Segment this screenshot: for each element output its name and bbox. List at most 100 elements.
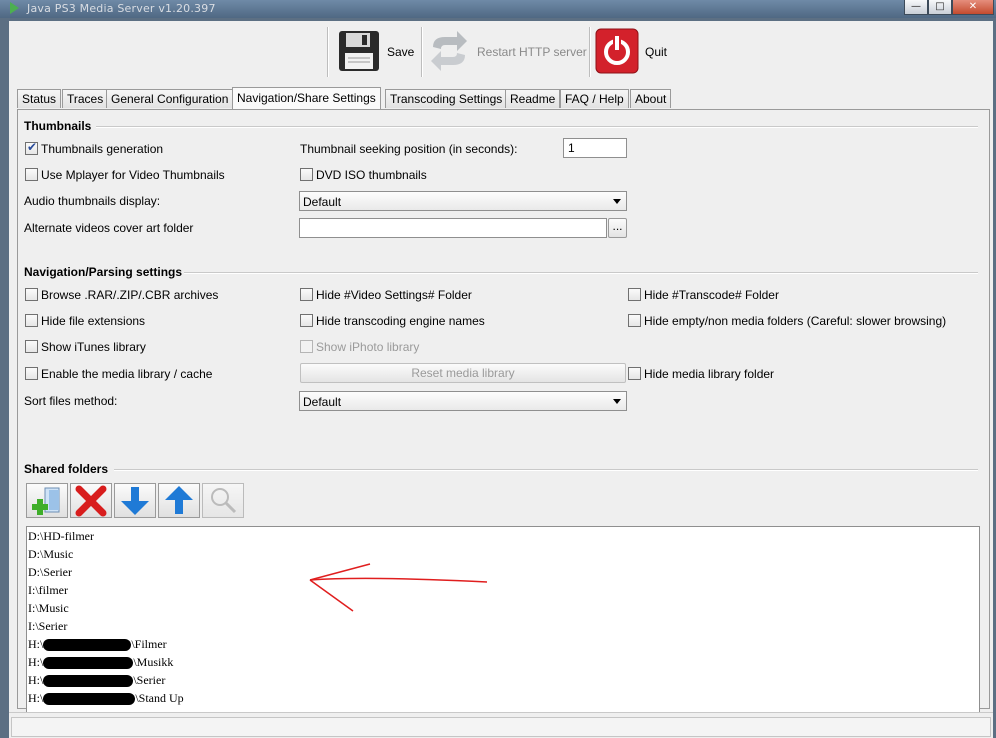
section-divider: [114, 469, 978, 471]
tab-about[interactable]: About: [630, 89, 672, 108]
list-item[interactable]: I:\filmer: [28, 583, 68, 598]
title-bar: Java PS3 Media Server v1.20.397 — □ ✕: [0, 0, 996, 18]
shared-folders-section-title: Shared folders: [24, 462, 109, 476]
floppy-disk-icon: [339, 31, 379, 71]
annotation-arrow: [309, 563, 488, 612]
thumbnail-seek-label: Thumbnail seeking position (in seconds):: [300, 142, 518, 156]
tab-faq-help[interactable]: FAQ / Help: [560, 89, 629, 108]
hide-engine-names-label: Hide transcoding engine names: [316, 314, 485, 328]
toolbar-separator: [327, 27, 329, 77]
browse-cover-folder-button[interactable]: ...: [608, 218, 627, 238]
checkmark-icon: ✔: [27, 140, 38, 154]
thumbnails-generation-checkbox[interactable]: ✔: [25, 140, 38, 155]
audio-thumbnails-select[interactable]: Default: [299, 191, 627, 211]
section-divider: [96, 126, 978, 128]
show-itunes-checkbox[interactable]: [25, 340, 38, 353]
audio-thumbnails-label: Audio thumbnails display:: [24, 194, 161, 208]
search-folder-button[interactable]: [202, 483, 244, 518]
arrow-up-icon: [165, 486, 193, 514]
sort-files-label: Sort files method:: [24, 394, 118, 408]
reset-media-library-button: Reset media library: [300, 363, 626, 383]
redaction-mark: [43, 639, 132, 652]
hide-video-settings-checkbox[interactable]: [300, 288, 313, 301]
dvd-iso-label: DVD ISO thumbnails: [316, 168, 427, 182]
dvd-iso-checkbox[interactable]: [300, 168, 313, 181]
tab-navigation-share-settings[interactable]: Navigation/Share Settings: [232, 87, 381, 109]
list-item[interactable]: D:\HD-filmer: [28, 529, 94, 544]
list-item[interactable]: H:\ \Serier: [28, 673, 165, 688]
media-library-label: Enable the media library / cache: [41, 367, 213, 381]
hide-empty-folders-label: Hide empty/non media folders (Careful: s…: [644, 314, 947, 328]
minimize-icon: —: [911, 1, 921, 12]
list-item[interactable]: D:\Serier: [28, 565, 72, 580]
show-itunes-label: Show iTunes library: [41, 340, 146, 354]
list-item[interactable]: D:\Music: [28, 547, 73, 562]
mplayer-thumbnails-checkbox[interactable]: [25, 168, 38, 181]
quit-button[interactable]: Quit: [595, 27, 675, 77]
tab-general-configuration[interactable]: General Configuration: [106, 89, 234, 108]
navigation-share-panel: Thumbnails ✔ Thumbnails generation Thumb…: [17, 109, 990, 722]
tab-transcoding-settings[interactable]: Transcoding Settings: [385, 89, 508, 108]
maximize-button[interactable]: □: [928, 0, 952, 15]
hide-extensions-label: Hide file extensions: [41, 314, 146, 328]
hide-video-settings-label: Hide #Video Settings# Folder: [316, 288, 472, 302]
list-item[interactable]: I:\Music: [28, 601, 69, 616]
move-up-button[interactable]: [158, 483, 200, 518]
redaction-mark: [43, 693, 136, 706]
main-window: Save Restart HTTP server Quit Status Tra…: [9, 21, 993, 738]
browse-archives-checkbox[interactable]: [25, 288, 38, 301]
quit-label: Quit: [645, 45, 668, 59]
toolbar: Save Restart HTTP server Quit: [9, 21, 993, 83]
navigation-section-title: Navigation/Parsing settings: [24, 265, 183, 279]
thumbnails-section-title: Thumbnails: [24, 119, 92, 133]
show-iphoto-checkbox: [300, 340, 313, 353]
sort-files-select[interactable]: Default: [299, 391, 627, 411]
mplayer-thumbnails-label: Use Mplayer for Video Thumbnails: [41, 168, 225, 182]
tab-readme[interactable]: Readme: [505, 89, 561, 108]
app-icon: [10, 2, 19, 14]
tab-status[interactable]: Status: [17, 89, 62, 108]
cover-art-folder-input[interactable]: [299, 218, 607, 238]
save-button[interactable]: Save: [337, 27, 417, 77]
restart-http-label: Restart HTTP server: [477, 45, 587, 59]
thumbnail-seek-input[interactable]: 1: [563, 138, 627, 158]
hide-transcode-label: Hide #Transcode# Folder: [644, 288, 779, 302]
move-down-button[interactable]: [114, 483, 156, 518]
save-label: Save: [387, 45, 415, 59]
hide-extensions-checkbox[interactable]: [25, 314, 38, 327]
section-divider: [184, 272, 978, 274]
sort-files-value: Default: [303, 395, 342, 409]
audio-thumbnails-value: Default: [303, 195, 342, 209]
maximize-icon: □: [935, 1, 945, 12]
toolbar-separator: [589, 27, 591, 77]
minimize-button[interactable]: —: [904, 0, 928, 15]
list-item[interactable]: H:\ \Musikk: [28, 655, 173, 670]
redaction-mark: [43, 675, 134, 688]
list-item[interactable]: H:\ \Stand Up: [28, 691, 184, 706]
power-icon: [595, 28, 639, 74]
status-bar: [9, 712, 993, 738]
show-iphoto-label: Show iPhoto library: [316, 340, 420, 354]
redaction-mark: [43, 657, 134, 670]
hide-media-library-label: Hide media library folder: [644, 367, 775, 381]
hide-transcode-checkbox[interactable]: [628, 288, 641, 301]
tab-traces[interactable]: Traces: [62, 89, 109, 108]
hide-engine-names-checkbox[interactable]: [300, 314, 313, 327]
shared-folders-list[interactable]: D:\HD-filmer D:\Music D:\Serier I:\filme…: [26, 526, 980, 722]
chevron-down-icon: [613, 399, 621, 404]
restart-arrows-icon: [431, 31, 467, 71]
media-library-checkbox[interactable]: [25, 367, 38, 380]
chevron-down-icon: [613, 199, 621, 204]
add-folder-button[interactable]: [26, 483, 68, 518]
restart-http-button[interactable]: Restart HTTP server: [427, 27, 587, 77]
status-field: [11, 717, 991, 737]
hide-empty-folders-checkbox[interactable]: [628, 314, 641, 327]
remove-folder-button[interactable]: [70, 483, 112, 518]
hide-media-library-checkbox[interactable]: [628, 367, 641, 380]
window-title: Java PS3 Media Server v1.20.397: [27, 2, 216, 15]
arrow-down-icon: [121, 487, 149, 515]
close-button[interactable]: ✕: [952, 0, 994, 15]
magnifier-icon: [211, 488, 237, 514]
list-item[interactable]: I:\Serier: [28, 619, 67, 634]
list-item[interactable]: H:\ \Filmer: [28, 637, 167, 652]
